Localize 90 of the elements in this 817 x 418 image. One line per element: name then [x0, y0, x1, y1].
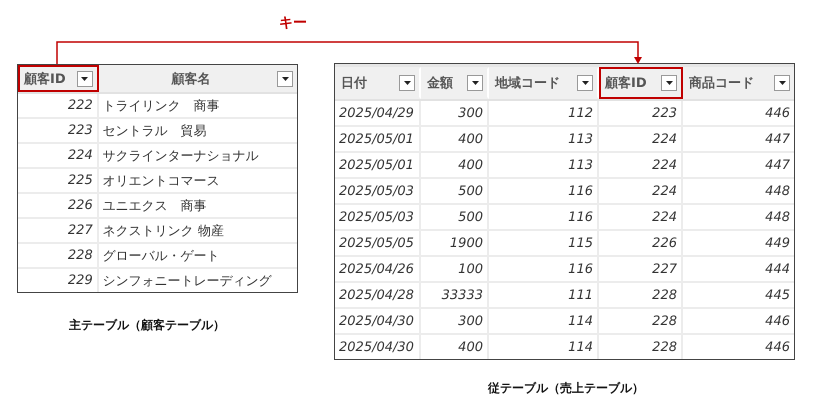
table-cell: 226: [18, 194, 99, 217]
table-cell: 2025/05/05: [335, 231, 421, 255]
caret-icon: [666, 81, 672, 85]
filter-button[interactable]: [661, 75, 677, 91]
table-cell: 225: [18, 169, 99, 192]
table-cell: 114: [489, 309, 599, 333]
table-cell: 224: [18, 144, 99, 167]
table-cell-text: オリエントコマース: [102, 172, 221, 190]
table-cell: 228: [599, 335, 683, 359]
key-label: キー: [279, 15, 307, 31]
filter-button[interactable]: [399, 75, 415, 91]
table-cell-text: ユニエクス 商事: [102, 198, 208, 216]
table-cell-text: 448: [764, 182, 791, 200]
table-cell: 111: [489, 283, 599, 307]
table-cell-text: 447: [764, 130, 791, 148]
caret-icon: [582, 81, 588, 85]
table-caption: 従テーブル（売上テーブル）: [488, 380, 645, 397]
table-cell-text: 446: [764, 312, 791, 330]
table-cell: 2025/04/30: [335, 335, 421, 359]
table-cell: 227: [599, 257, 683, 281]
caret-icon: [778, 81, 786, 85]
table-cell: 400: [421, 127, 489, 151]
table-cell: 227: [18, 219, 99, 242]
table-cell: 228: [18, 244, 99, 267]
table-cell: 2025/04/29: [335, 101, 421, 125]
table-cell: 115: [489, 231, 599, 255]
table-cell-text: 449: [764, 234, 791, 252]
column-label: 顧客名: [170, 70, 212, 88]
table-cell: 2025/05/03: [335, 179, 421, 203]
table-cell: 113: [489, 153, 599, 177]
table-cell: 500: [421, 205, 489, 229]
table-cell: 114: [489, 335, 599, 359]
table-cell: 116: [489, 205, 599, 229]
table-cell: 224: [599, 179, 683, 203]
table-cell: 33333: [421, 283, 489, 307]
column-label: 顧客ID: [24, 70, 67, 88]
table-cell: 112: [489, 101, 599, 125]
table-cell: 400: [421, 335, 489, 359]
table-cell-text: 448: [764, 208, 791, 226]
table-cell-text: 444: [764, 260, 791, 278]
table-cell: 224: [599, 205, 683, 229]
table-cell: 223: [18, 119, 99, 142]
table-cell: 228: [599, 283, 683, 307]
caret-icon: [282, 76, 288, 80]
table-cell: 113: [489, 127, 599, 151]
table-cell-text: シンフォニートレーディング: [102, 272, 273, 290]
table-cell-text: セントラル 貿易: [102, 122, 208, 140]
table-cell-text: 445: [764, 286, 791, 304]
table-cell: 300: [421, 309, 489, 333]
filter-button[interactable]: [277, 70, 293, 86]
table-cell: 224: [599, 127, 683, 151]
table-cell: 222: [18, 94, 99, 117]
table-cell: 2025/05/03: [335, 205, 421, 229]
table-cell: 116: [489, 257, 599, 281]
column-label: 商品コード: [689, 74, 755, 92]
column-label: 地域コード: [495, 75, 561, 92]
table-cell-text: サクラインターナショナル: [102, 148, 260, 166]
table-cell: 2025/05/01: [335, 153, 421, 177]
table-cell: 2025/04/26: [335, 257, 421, 281]
table-caption: 主テーブル（顧客テーブル）: [69, 317, 226, 334]
table-cell: 1900: [421, 231, 489, 255]
table-cell-text: トライリンク 商事: [102, 98, 221, 116]
caret-icon: [472, 81, 478, 85]
table-cell: 500: [421, 179, 489, 203]
filter-button[interactable]: [76, 70, 93, 86]
column-label: 日付: [341, 75, 368, 92]
table-cell-text: ネクストリンク 物産: [102, 222, 225, 240]
table-cell: 2025/05/01: [335, 127, 421, 151]
table-cell: 224: [599, 153, 683, 177]
table-cell-text: グローバル・ゲート: [102, 248, 221, 266]
caret-icon: [404, 81, 410, 85]
table-cell: 2025/04/28: [335, 283, 421, 307]
table-cell: 116: [489, 179, 599, 203]
table-cell: 100: [421, 257, 489, 281]
column-label: 金額: [427, 74, 454, 92]
table-cell: 229: [18, 269, 99, 292]
filter-button[interactable]: [774, 75, 790, 91]
table-cell: 223: [599, 101, 683, 125]
column-label: 顧客ID: [605, 74, 648, 92]
table-cell: 300: [421, 101, 489, 125]
filter-button[interactable]: [577, 75, 593, 91]
table-cell-text: 447: [764, 156, 791, 174]
table-cell-text: 446: [764, 104, 791, 122]
table-cell: 226: [599, 231, 683, 255]
filter-button[interactable]: [467, 75, 483, 91]
table-cell: 2025/04/30: [335, 309, 421, 333]
table-cell: 400: [421, 153, 489, 177]
table-cell-text: 446: [764, 338, 791, 356]
caret-icon: [81, 76, 88, 80]
table-cell: 228: [599, 309, 683, 333]
